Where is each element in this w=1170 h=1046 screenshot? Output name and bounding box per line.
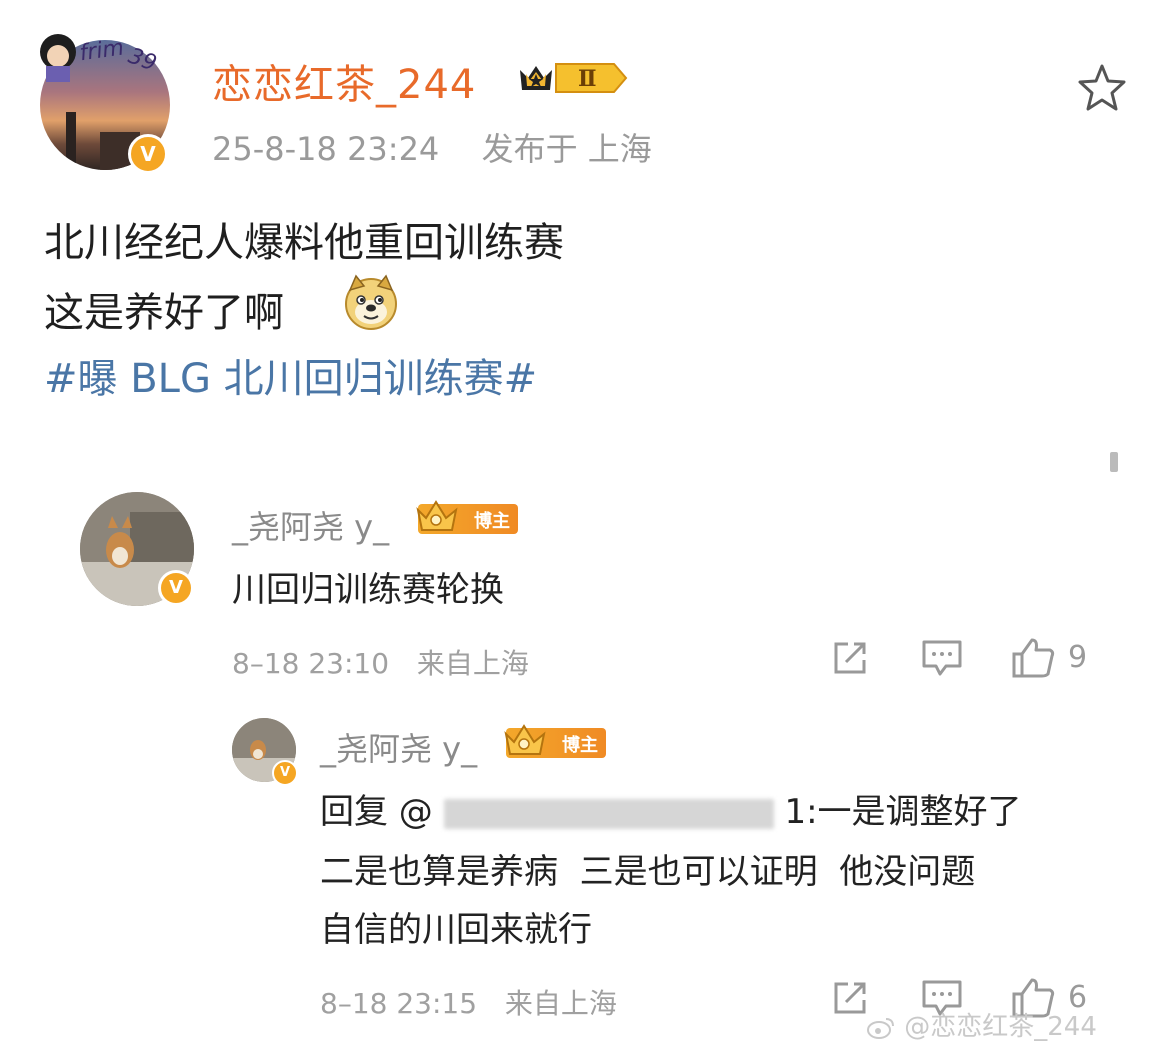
- reply-author-name[interactable]: _尧阿尧 y_: [320, 724, 477, 770]
- share-icon[interactable]: [830, 638, 870, 678]
- thumbs-up-icon[interactable]: [1010, 636, 1056, 680]
- crown-icon: [504, 724, 546, 755]
- svg-text:Ⅱ: Ⅱ: [578, 66, 597, 92]
- weibo-watermark: @恋恋红茶_244: [866, 1006, 1097, 1043]
- topic-hashtag-link[interactable]: #曝 BLG 北川回归训练赛#: [44, 346, 537, 404]
- reply-suffix: 1:一是调整好了: [784, 792, 1022, 832]
- verified-badge-icon: V: [128, 134, 168, 174]
- comment-timestamp: 8–18 23:10: [232, 647, 390, 680]
- comment-author-name[interactable]: _尧阿尧 y_: [232, 502, 389, 548]
- post-meta: 25-8-18 23:24 发布于 上海: [212, 124, 652, 170]
- reply-text-line-3: 自信的川回来就行: [320, 910, 592, 950]
- avatar-sticker-icon: frim 39: [40, 34, 160, 82]
- comment-meta: 8–18 23:10 来自上海: [232, 642, 529, 682]
- doge-emoji-icon: [345, 274, 397, 330]
- verified-badge-icon: V: [272, 760, 298, 786]
- share-icon[interactable]: [830, 978, 870, 1018]
- post-text-line-2: 这是养好了啊: [44, 290, 284, 336]
- reply-meta: 8–18 23:15 来自上海: [320, 982, 617, 1022]
- weibo-logo-icon: [867, 1017, 894, 1039]
- favorite-star-icon[interactable]: [1076, 62, 1128, 114]
- verified-badge-icon: V: [158, 570, 194, 606]
- reply-text-line-2: 二是也算是养病 三是也可以证明 他没问题: [320, 852, 976, 892]
- avatar-tower-shape: [66, 112, 76, 170]
- svg-text:frim: frim: [78, 35, 125, 66]
- watermark-text: @恋恋红茶_244: [904, 1012, 1097, 1042]
- post-text-line-1: 北川经纪人爆料他重回训练赛: [44, 220, 564, 266]
- level-crown-badge-icon[interactable]: Ⅱ: [516, 58, 628, 98]
- svg-text:39: 39: [125, 44, 160, 77]
- crown-icon: [416, 500, 458, 531]
- blogger-badge: 博主: [416, 500, 518, 534]
- comment-bubble-icon[interactable]: [920, 638, 964, 678]
- redacted-username: [443, 798, 774, 829]
- reply-text-line-1: 回复 @ 1:一是调整好了: [320, 784, 1022, 833]
- reply-prefix: 回复 @: [320, 792, 433, 832]
- reply-location: 来自上海: [504, 987, 617, 1020]
- like-count: 9: [1068, 640, 1088, 675]
- comment-text: 川回归训练赛轮换: [232, 570, 504, 610]
- comment-location: 来自上海: [416, 647, 529, 680]
- post-timestamp: 25-8-18 23:24: [212, 130, 440, 168]
- reply-timestamp: 8–18 23:15: [320, 987, 478, 1020]
- post-location: 发布于 上海: [481, 130, 652, 168]
- blogger-badge: 博主: [504, 724, 606, 758]
- scroll-indicator: [1110, 452, 1118, 472]
- author-name[interactable]: 恋恋红茶_244: [212, 52, 476, 110]
